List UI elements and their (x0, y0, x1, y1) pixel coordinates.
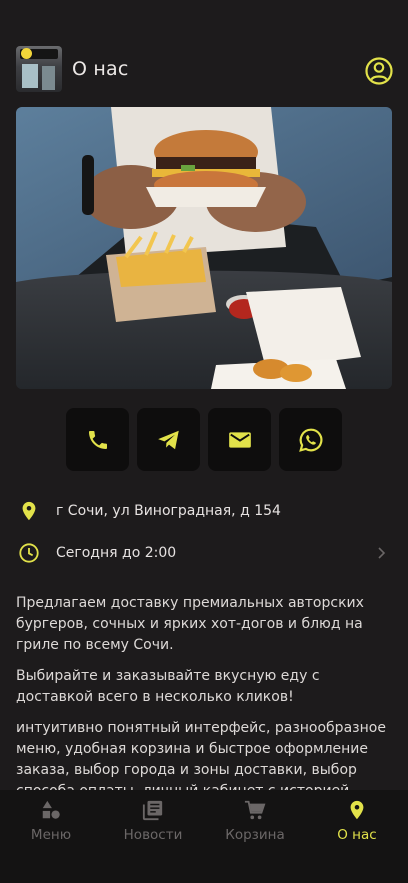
bottom-nav: Меню Новости Корзина О нас (0, 790, 408, 883)
telegram-button[interactable] (137, 408, 200, 471)
about-screen: О нас г Сочи, ул Виноградная, д 154 Сего… (0, 0, 408, 883)
address-text: г Сочи, ул Виноградная, д 154 (56, 503, 281, 519)
restaurant-logo (16, 46, 62, 92)
hero-image (16, 107, 392, 389)
description-paragraph: Выбирайте и заказывайте вкусную еду с до… (16, 668, 320, 705)
nav-label: Меню (30, 827, 72, 843)
phone-button[interactable] (66, 408, 129, 471)
nav-item-menu[interactable]: Меню (0, 790, 102, 883)
account-circle-icon[interactable] (364, 56, 394, 86)
email-button[interactable] (208, 408, 271, 471)
nav-item-about[interactable]: О нас (306, 790, 408, 883)
shapes-icon (39, 798, 63, 822)
address-row[interactable]: г Сочи, ул Виноградная, д 154 (16, 496, 392, 526)
hours-row[interactable]: Сегодня до 2:00 (16, 538, 392, 568)
whatsapp-button[interactable] (279, 408, 342, 471)
contact-buttons (66, 408, 342, 471)
location-pin-icon (345, 798, 369, 822)
page-title: О нас (72, 58, 129, 80)
nav-item-cart[interactable]: Корзина (204, 790, 306, 883)
telegram-icon (157, 430, 179, 449)
news-icon (141, 798, 165, 822)
whatsapp-icon (298, 428, 322, 452)
description-paragraph: Предлагаем доставку премиальных авторски… (16, 595, 364, 653)
nav-item-news[interactable]: Новости (102, 790, 204, 883)
cart-icon (243, 798, 267, 822)
nav-label: Новости (123, 827, 183, 843)
email-icon (228, 431, 251, 448)
nav-label: О нас (337, 827, 377, 843)
hours-text: Сегодня до 2:00 (56, 545, 177, 561)
nav-label: Корзина (225, 827, 285, 843)
phone-icon (88, 430, 107, 449)
location-pin-icon (16, 498, 42, 524)
header: О нас (16, 46, 394, 92)
chevron-right-icon[interactable] (376, 545, 388, 564)
clock-icon (16, 540, 42, 566)
burger-and-fries-photo (16, 107, 392, 389)
